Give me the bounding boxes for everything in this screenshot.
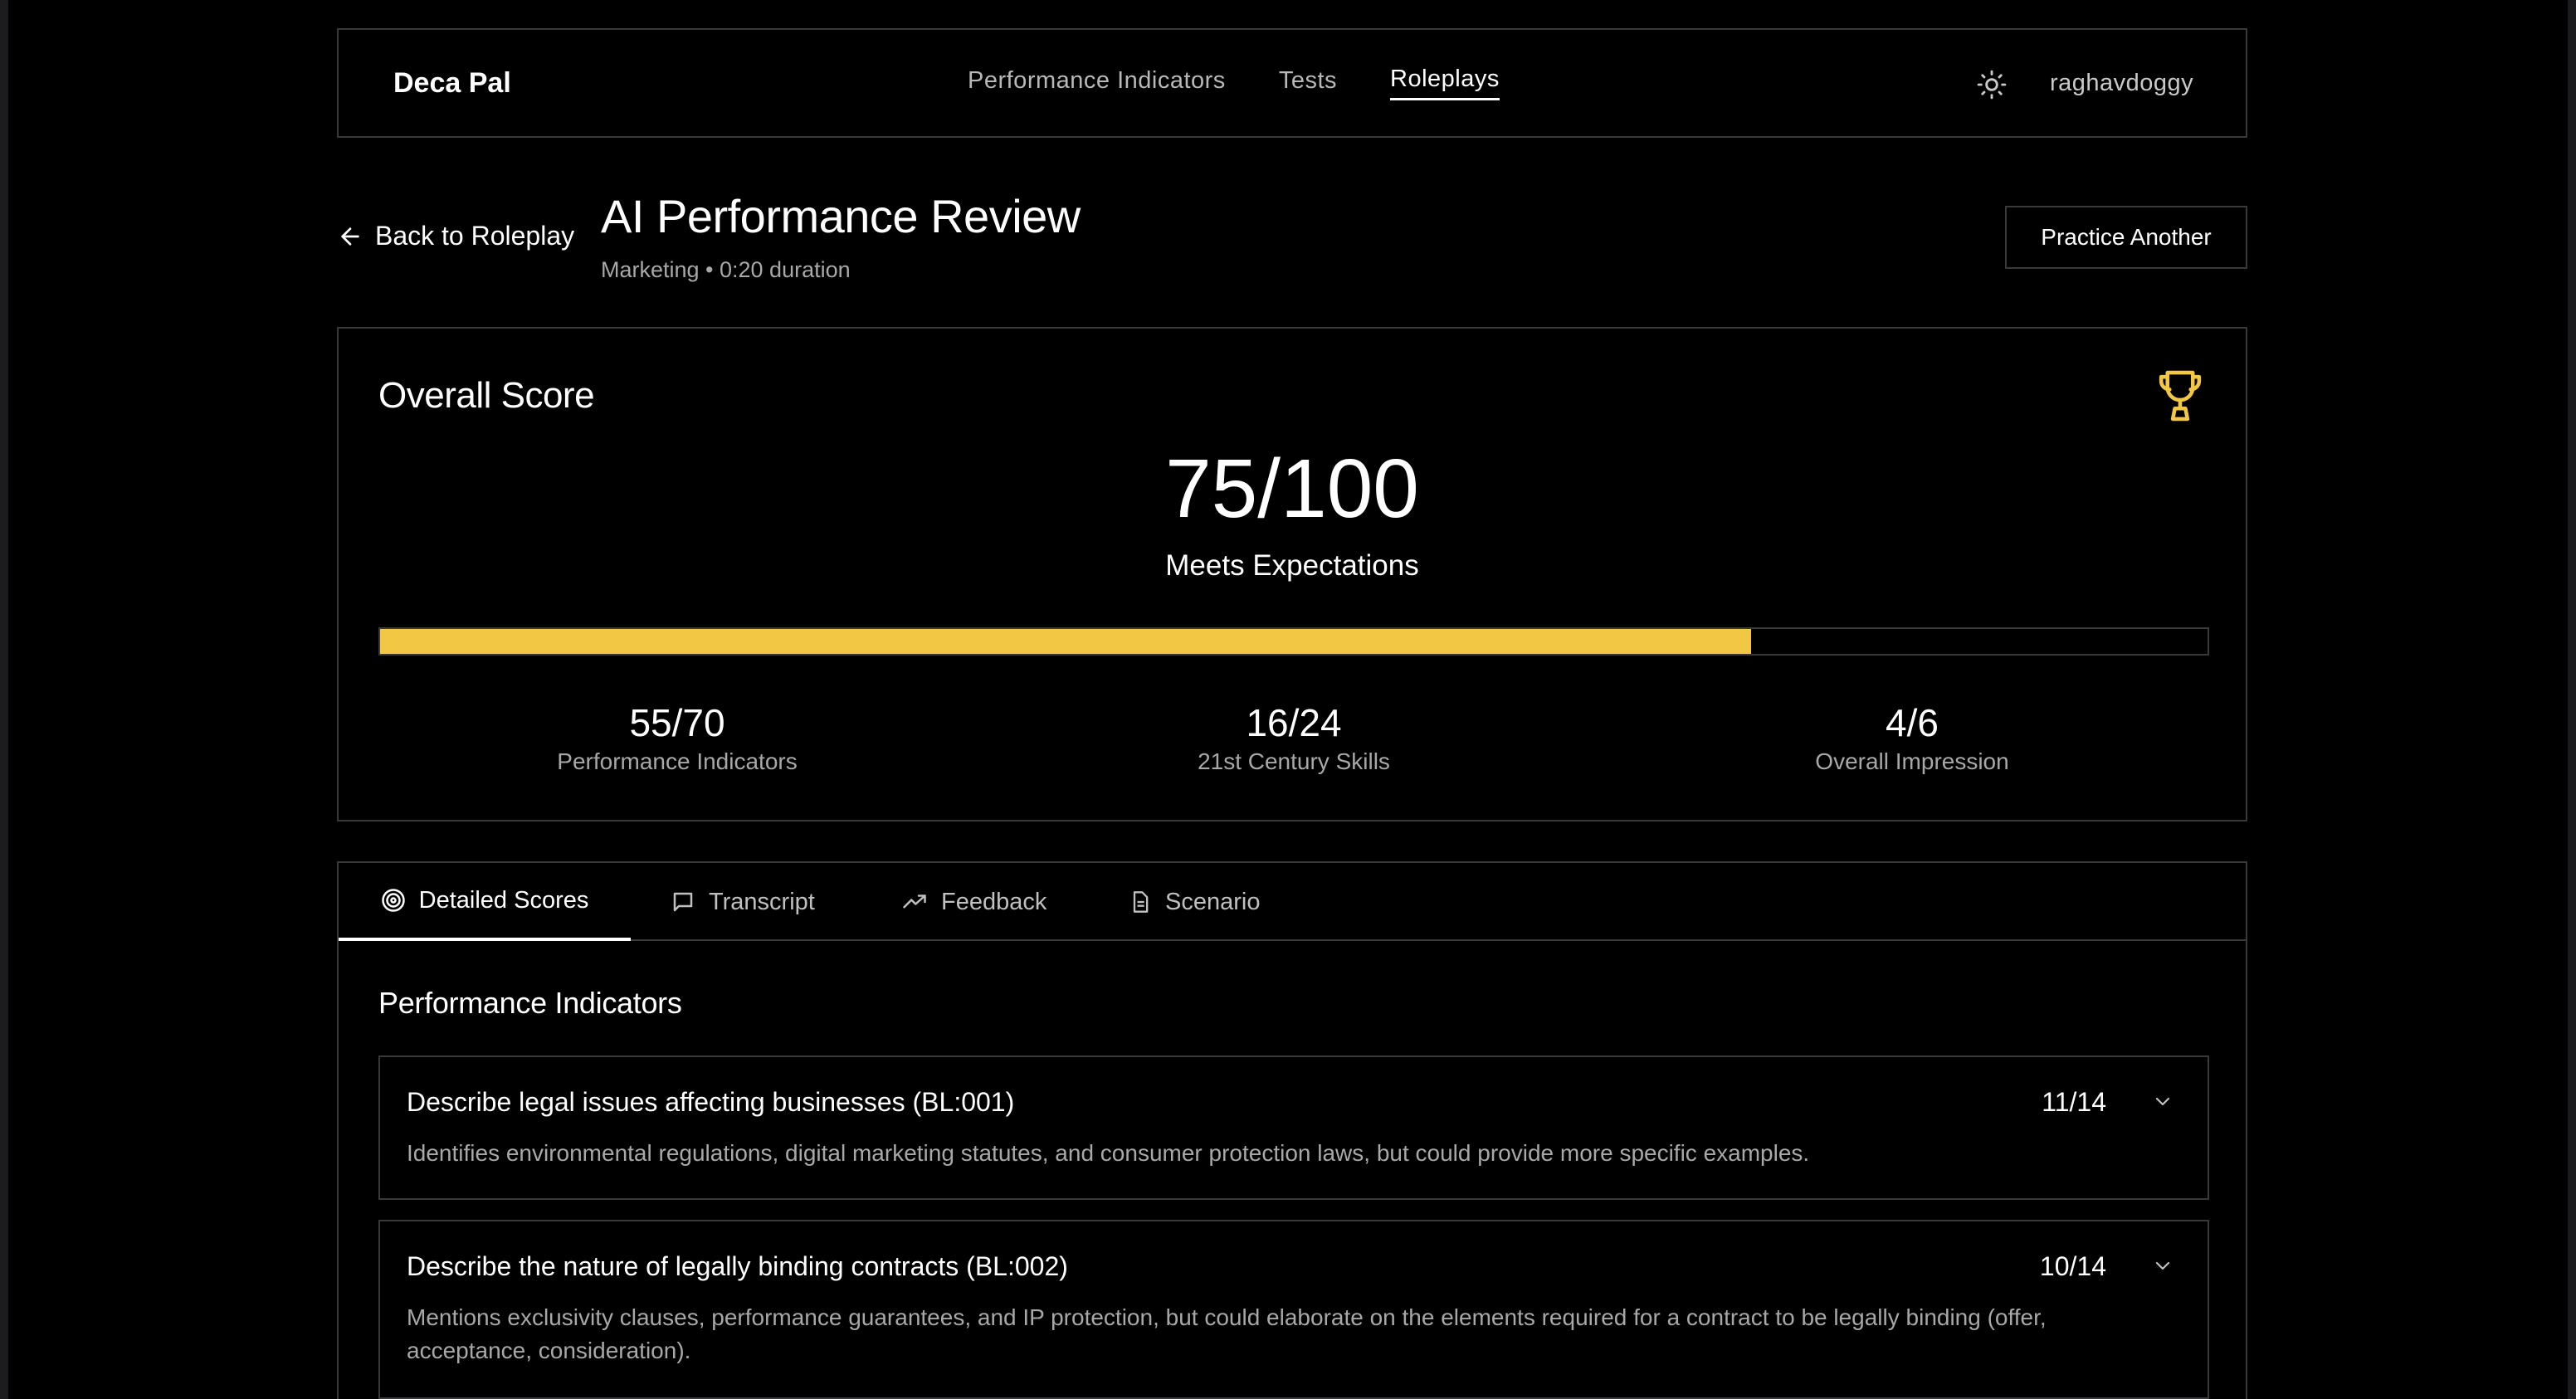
- indicator-title: Describe legal issues affecting business…: [407, 1087, 1015, 1117]
- sub-score-label: Overall Impression: [1815, 748, 2009, 774]
- indicator-description: Identifies environmental regulations, di…: [407, 1140, 1810, 1166]
- theme-toggle-button[interactable]: [1975, 68, 2008, 101]
- page-title: AI Performance Review: [601, 190, 1081, 242]
- overall-score-rating: Meets Expectations: [1165, 549, 1419, 582]
- overall-score-progress-fill: [380, 629, 1751, 654]
- overall-score-card: Overall Score 75/100 Meets Expectations …: [337, 327, 2247, 821]
- indicator-score: 11/14: [2042, 1087, 2106, 1117]
- target-icon: [381, 889, 405, 912]
- detail-tabs-card: Detailed Scores Transcript Feedback Scen…: [337, 861, 2247, 1399]
- document-icon: [1133, 891, 1149, 913]
- performance-indicator-item[interactable]: Describe legal issues affecting business…: [378, 1055, 2209, 1200]
- practice-another-button[interactable]: Practice Another: [2005, 206, 2247, 269]
- overall-score-progress-bar: [378, 627, 2209, 656]
- chevron-down-icon[interactable]: [2151, 1092, 2174, 1112]
- user-menu[interactable]: raghavdoggy: [2050, 70, 2193, 97]
- sub-score-overall-impression: 4/6 Overall Impression: [1663, 700, 2161, 775]
- tab-label: Detailed Scores: [418, 886, 589, 914]
- chevron-down-icon[interactable]: [2151, 1256, 2174, 1276]
- sub-score-performance-indicators: 55/70 Performance Indicators: [428, 700, 926, 775]
- back-to-roleplay-link[interactable]: Back to Roleplay: [337, 221, 574, 251]
- nav-link-performance-indicators[interactable]: Performance Indicators: [968, 67, 1226, 100]
- indicator-title: Describe the nature of legally binding c…: [407, 1251, 1068, 1281]
- indicator-score: 10/14: [2039, 1251, 2106, 1281]
- sun-icon: [1977, 70, 2007, 100]
- nav-link-roleplays[interactable]: Roleplays: [1390, 66, 1500, 100]
- sub-score-value: 4/6: [1886, 701, 1939, 744]
- brand-logo[interactable]: Deca Pal: [393, 67, 511, 100]
- overall-score-title: Overall Score: [378, 375, 595, 416]
- sub-score-21st-century-skills: 16/24 21st Century Skills: [1045, 700, 1543, 775]
- tab-label: Scenario: [1165, 888, 1261, 915]
- tab-label: Transcript: [709, 888, 815, 915]
- tab-bar: Detailed Scores Transcript Feedback Scen…: [339, 863, 2246, 941]
- overall-score-value: 75/100: [1165, 442, 1419, 535]
- section-title-performance-indicators: Performance Indicators: [378, 986, 682, 1020]
- roleplay-meta: Marketing • 0:20 duration: [601, 257, 851, 282]
- trending-up-icon: [903, 894, 926, 909]
- trophy-icon: [2159, 370, 2202, 422]
- nav-link-tests[interactable]: Tests: [1279, 67, 1337, 100]
- sub-score-label: 21st Century Skills: [1198, 748, 1390, 774]
- tab-transcript[interactable]: Transcript: [671, 863, 815, 941]
- arrow-left-icon: [341, 227, 359, 246]
- sub-score-label: Performance Indicators: [557, 748, 798, 774]
- tab-feedback[interactable]: Feedback: [901, 863, 1046, 941]
- performance-indicator-item[interactable]: Describe the nature of legally binding c…: [378, 1220, 2209, 1399]
- back-link-label: Back to Roleplay: [375, 221, 575, 251]
- tab-detailed-scores[interactable]: Detailed Scores: [339, 863, 631, 941]
- top-navbar: Deca Pal Performance Indicators Tests Ro…: [337, 28, 2247, 138]
- message-icon: [673, 892, 693, 912]
- sub-score-value: 16/24: [1246, 701, 1342, 744]
- indicator-description: Mentions exclusivity clauses, performanc…: [407, 1304, 2047, 1363]
- sub-score-value: 55/70: [629, 701, 725, 744]
- nav-links: Performance Indicators Tests Roleplays: [968, 66, 1500, 100]
- tab-label: Feedback: [941, 888, 1047, 915]
- tab-scenario[interactable]: Scenario: [1129, 863, 1260, 941]
